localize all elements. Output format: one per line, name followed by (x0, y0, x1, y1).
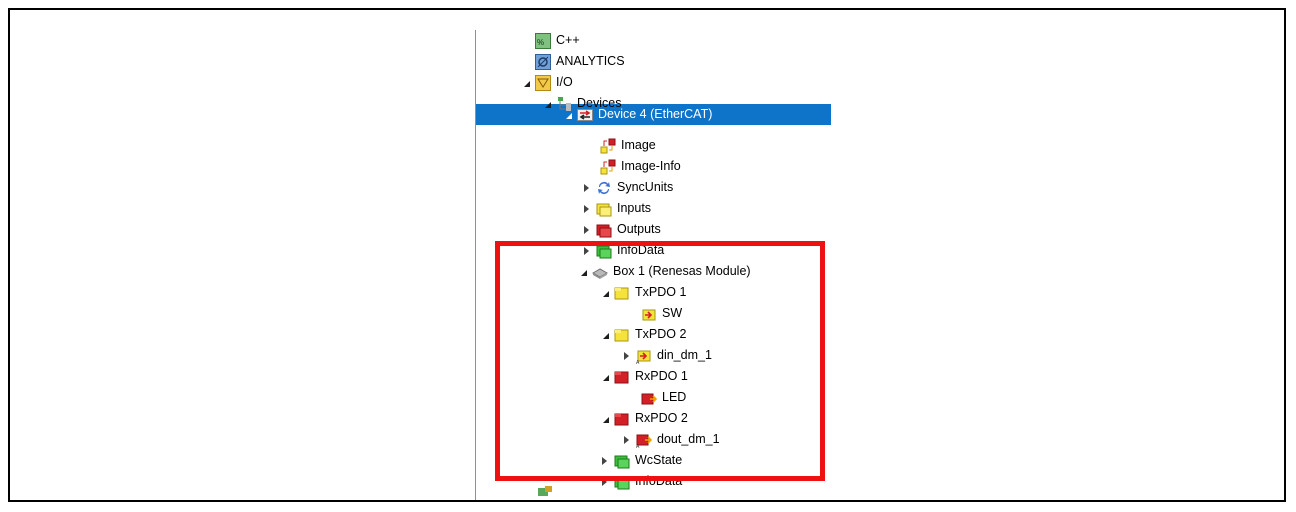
outputs-icon (596, 222, 612, 238)
tree-item-label: RxPDO 2 (635, 411, 688, 425)
tree-item-label: ANALYTICS (556, 54, 625, 68)
tree-item-label: din_dm_1 (657, 348, 712, 362)
expand-arrow-icon[interactable] (519, 72, 531, 93)
tree-item-label: RxPDO 1 (635, 369, 688, 383)
tree-item-dout-dm-1[interactable]: A dout_dm_1 (620, 429, 720, 450)
tree-item-label: InfoData (635, 474, 683, 488)
tree-left-border (475, 30, 476, 500)
tree-item-syncunits[interactable]: SyncUnits (580, 177, 673, 198)
tree-item-io[interactable]: I/O (519, 72, 573, 93)
tree-item-infodata-box[interactable]: InfoData (598, 471, 682, 492)
expand-arrow-icon[interactable] (598, 366, 610, 387)
expand-arrow-icon[interactable] (576, 261, 588, 282)
io-icon (535, 74, 551, 91)
collapse-arrow-icon[interactable] (580, 198, 592, 219)
rxpdo-icon (614, 411, 630, 427)
expand-arrow-icon[interactable] (598, 282, 610, 303)
tree-item-analytics[interactable]: ANALYTICS (535, 51, 625, 72)
output-variable-icon (641, 390, 657, 406)
expand-arrow-icon[interactable] (540, 93, 552, 114)
infodata-icon (596, 243, 612, 259)
box-module-icon (592, 264, 608, 280)
tree-item-label: SyncUnits (617, 180, 674, 194)
tree-item-outputs[interactable]: Outputs (580, 219, 661, 240)
tree-item-label: Inputs (617, 201, 652, 215)
rxpdo-icon (614, 369, 630, 385)
tree-item-box-1[interactable]: Box 1 (Renesas Module) (576, 261, 751, 282)
collapse-arrow-icon[interactable] (620, 345, 632, 366)
expand-arrow-icon[interactable] (598, 324, 610, 345)
input-variable-icon: A (636, 348, 652, 364)
tree-item-label: Device 4 (EtherCAT) (598, 107, 713, 121)
tree-item-label: TxPDO 2 (635, 327, 687, 341)
collapse-arrow-icon[interactable] (580, 219, 592, 240)
tree-item-label: dout_dm_1 (657, 432, 720, 446)
image-icon (600, 138, 616, 154)
tree-item-cpp[interactable]: % C++ (535, 30, 580, 51)
tree-item-label: Outputs (617, 222, 661, 236)
output-variable-icon: A (636, 432, 652, 448)
collapse-arrow-icon[interactable] (598, 450, 610, 471)
tree-item-label: WcState (635, 453, 683, 467)
infodata-icon (614, 474, 630, 490)
txpdo-icon (614, 285, 630, 301)
tree-item-label: SW (662, 306, 683, 320)
collapse-arrow-icon[interactable] (580, 240, 592, 261)
tree-item-din-dm-1[interactable]: A din_dm_1 (620, 345, 712, 366)
syncunits-icon (596, 180, 612, 196)
tree-item-label: TxPDO 1 (635, 285, 687, 299)
tree-item-label: Image-Info (621, 159, 681, 173)
tree-item-wcstate[interactable]: WcState (598, 450, 682, 471)
tree-item-txpdo-2[interactable]: TxPDO 2 (598, 324, 686, 345)
collapse-arrow-icon[interactable] (598, 471, 610, 492)
tree-item-device-4[interactable]: Device 4 (EtherCAT) (561, 104, 712, 125)
tree-item-rxpdo-1[interactable]: RxPDO 1 (598, 366, 688, 387)
inputs-icon (596, 201, 612, 217)
expand-arrow-icon[interactable] (598, 408, 610, 429)
tree-item-sw[interactable]: SW (641, 303, 682, 324)
tree-item-label: I/O (556, 75, 573, 89)
image-info-icon (600, 159, 616, 175)
txpdo-icon (614, 327, 630, 343)
tree-item-image[interactable]: Image (600, 135, 656, 156)
cpp-project-icon: % (535, 32, 551, 49)
tree-item-inputs[interactable]: Inputs (580, 198, 651, 219)
analytics-icon (535, 53, 551, 70)
expand-arrow-icon[interactable] (561, 104, 573, 125)
collapse-arrow-icon[interactable] (620, 429, 632, 450)
tree-item-label: Image (621, 138, 656, 152)
tree-item-rxpdo-2[interactable]: RxPDO 2 (598, 408, 688, 429)
tree-item-label: InfoData (617, 243, 665, 257)
tree-item-txpdo-1[interactable]: TxPDO 1 (598, 282, 686, 303)
ethercat-device-icon (577, 107, 593, 123)
tree-item-label: LED (662, 390, 687, 404)
input-variable-icon (641, 306, 657, 322)
svg-text:%: % (537, 38, 544, 47)
tree-item-label: Box 1 (Renesas Module) (613, 264, 751, 278)
tree-item-infodata[interactable]: InfoData (580, 240, 664, 261)
tree-item-led[interactable]: LED (641, 387, 686, 408)
wcstate-icon (614, 453, 630, 469)
collapse-arrow-icon[interactable] (580, 177, 592, 198)
tree-item-label: C++ (556, 33, 580, 47)
tree-item-image-info[interactable]: Image-Info (600, 156, 681, 177)
tree-item-partial-cutoff (537, 484, 567, 501)
